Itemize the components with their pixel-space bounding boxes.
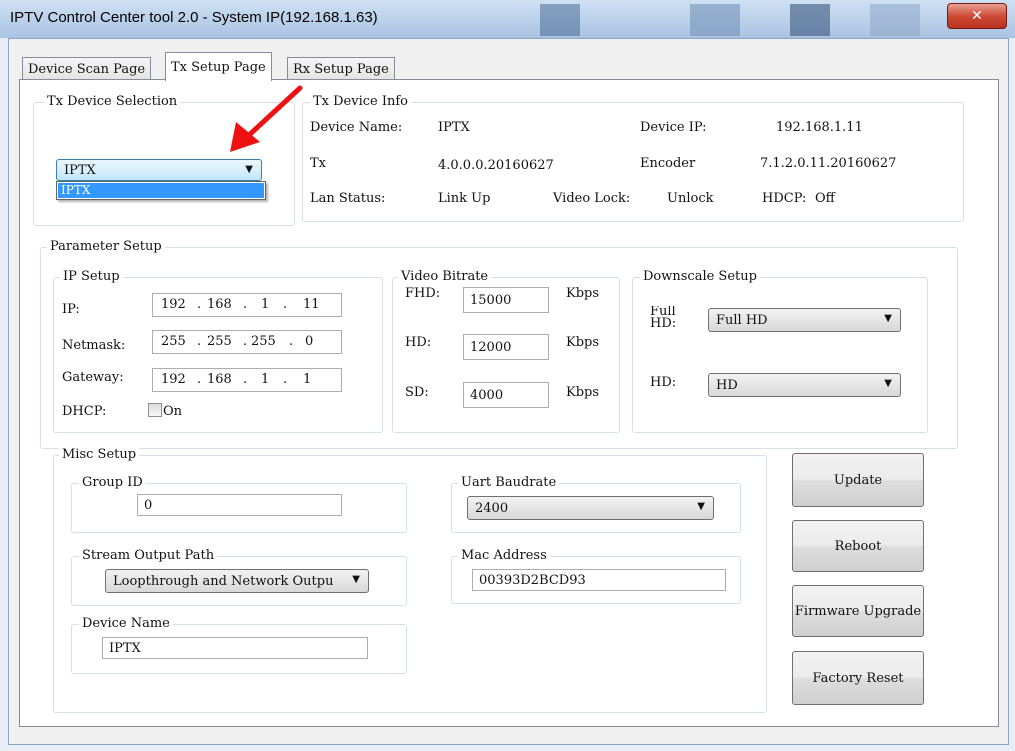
stream-output-path-title: Stream Output Path (79, 548, 218, 563)
firmware-upgrade-button[interactable]: Firmware Upgrade (792, 585, 924, 637)
misc-setup-title: Misc Setup (59, 447, 140, 462)
annotation-arrow-icon (230, 85, 303, 152)
downscale-setup-group (632, 277, 928, 433)
group-id-title: Group ID (79, 475, 146, 490)
ip-address-input[interactable]: 192. 168. 1. 11 (152, 293, 342, 317)
ip-setup-title: IP Setup (60, 269, 123, 284)
encoder-label: Encoder (640, 156, 696, 171)
video-lock-label: Video Lock: (553, 191, 631, 206)
device-ip-value: 192.168.1.11 (776, 120, 863, 135)
background-decoration (540, 4, 580, 36)
window-title: IPTV Control Center tool 2.0 - System IP… (10, 9, 378, 26)
app-window: Device Scan Page Tx Setup Page Rx Setup … (8, 38, 1009, 745)
tx-label: Tx (310, 156, 327, 171)
chevron-down-icon: ▼ (884, 313, 892, 324)
sd-label: SD: (405, 385, 429, 400)
tx-device-selection-title: Tx Device Selection (44, 94, 181, 109)
sd-bitrate-input[interactable]: 4000 (463, 382, 549, 408)
mac-address-input[interactable]: 00393D2BCD93 (472, 569, 726, 591)
encoder-version-value: 7.1.2.0.11.20160627 (760, 156, 897, 171)
tab-rx-setup[interactable]: Rx Setup Page (287, 57, 395, 80)
factory-reset-button[interactable]: Factory Reset (792, 651, 924, 705)
tx-device-select[interactable]: IPTX ▼ (56, 159, 262, 181)
fhd-unit-label: Kbps (566, 286, 600, 301)
tab-panel-tx-setup: Tx Device Selection IPTX ▼ IPTX Tx Devic… (19, 79, 999, 727)
hdcp-value: Off (815, 191, 835, 206)
ip-label: IP: (62, 302, 80, 317)
mac-address-title: Mac Address (458, 548, 550, 563)
background-decoration (870, 4, 920, 36)
group-id-input[interactable]: 0 (137, 494, 342, 516)
netmask-input[interactable]: 255. 255. 255. 0 (152, 330, 342, 354)
uart-baudrate-select[interactable]: 2400 ▼ (467, 496, 714, 520)
hd-bitrate-input[interactable]: 12000 (463, 334, 549, 360)
tab-tx-setup[interactable]: Tx Setup Page (165, 52, 272, 81)
hd-unit-label: Kbps (566, 335, 600, 350)
close-button[interactable]: ✕ (947, 3, 1007, 29)
tx-device-info-title: Tx Device Info (310, 94, 412, 109)
gateway-label: Gateway: (62, 370, 124, 385)
device-ip-label: Device IP: (640, 120, 707, 135)
device-name-input[interactable]: IPTX (102, 637, 368, 659)
update-button[interactable]: Update (792, 453, 924, 507)
full-hd-label: Full HD: (650, 306, 677, 328)
device-name-title: Device Name (79, 616, 173, 631)
hdcp-label: HDCP: (762, 191, 807, 206)
fhd-bitrate-input[interactable]: 15000 (463, 287, 549, 313)
device-name-value: IPTX (438, 120, 470, 135)
fhd-label: FHD: (405, 286, 441, 301)
chevron-down-icon: ▼ (884, 378, 892, 389)
chevron-down-icon: ▼ (352, 574, 360, 585)
dhcp-checkbox[interactable] (148, 403, 162, 417)
dhcp-checkbox-label: On (163, 404, 183, 419)
chevron-down-icon: ▼ (245, 164, 253, 175)
hd-downscale-select[interactable]: HD ▼ (708, 373, 901, 397)
background-decoration (790, 4, 830, 36)
dropdown-option[interactable]: IPTX (58, 183, 264, 198)
gateway-input[interactable]: 192. 168. 1. 1 (152, 368, 342, 392)
reboot-button[interactable]: Reboot (792, 520, 924, 572)
lan-status-value: Link Up (438, 191, 491, 206)
sd-unit-label: Kbps (566, 385, 600, 400)
tab-device-scan[interactable]: Device Scan Page (22, 57, 152, 80)
stream-output-path-select[interactable]: Loopthrough and Network Outpu ▼ (105, 569, 369, 593)
tx-version-value: 4.0.0.0.20160627 (438, 158, 554, 173)
netmask-label: Netmask: (62, 338, 126, 353)
title-bar[interactable]: IPTV Control Center tool 2.0 - System IP… (0, 0, 1015, 38)
video-bitrate-title: Video Bitrate (398, 269, 492, 284)
hd-downscale-label: HD: (650, 375, 677, 390)
video-lock-value: Unlock (667, 191, 714, 206)
full-hd-downscale-select[interactable]: Full HD ▼ (708, 308, 901, 332)
dhcp-label: DHCP: (62, 404, 107, 419)
hd-label: HD: (405, 335, 432, 350)
uart-baudrate-title: Uart Baudrate (458, 475, 560, 490)
close-icon: ✕ (971, 8, 983, 24)
tx-device-dropdown-list: IPTX (56, 181, 266, 200)
background-decoration (690, 4, 740, 36)
device-name-label: Device Name: (310, 120, 403, 135)
downscale-setup-title: Downscale Setup (640, 269, 760, 284)
chevron-down-icon: ▼ (697, 501, 705, 512)
lan-status-label: Lan Status: (310, 191, 386, 206)
parameter-setup-title: Parameter Setup (47, 239, 165, 254)
